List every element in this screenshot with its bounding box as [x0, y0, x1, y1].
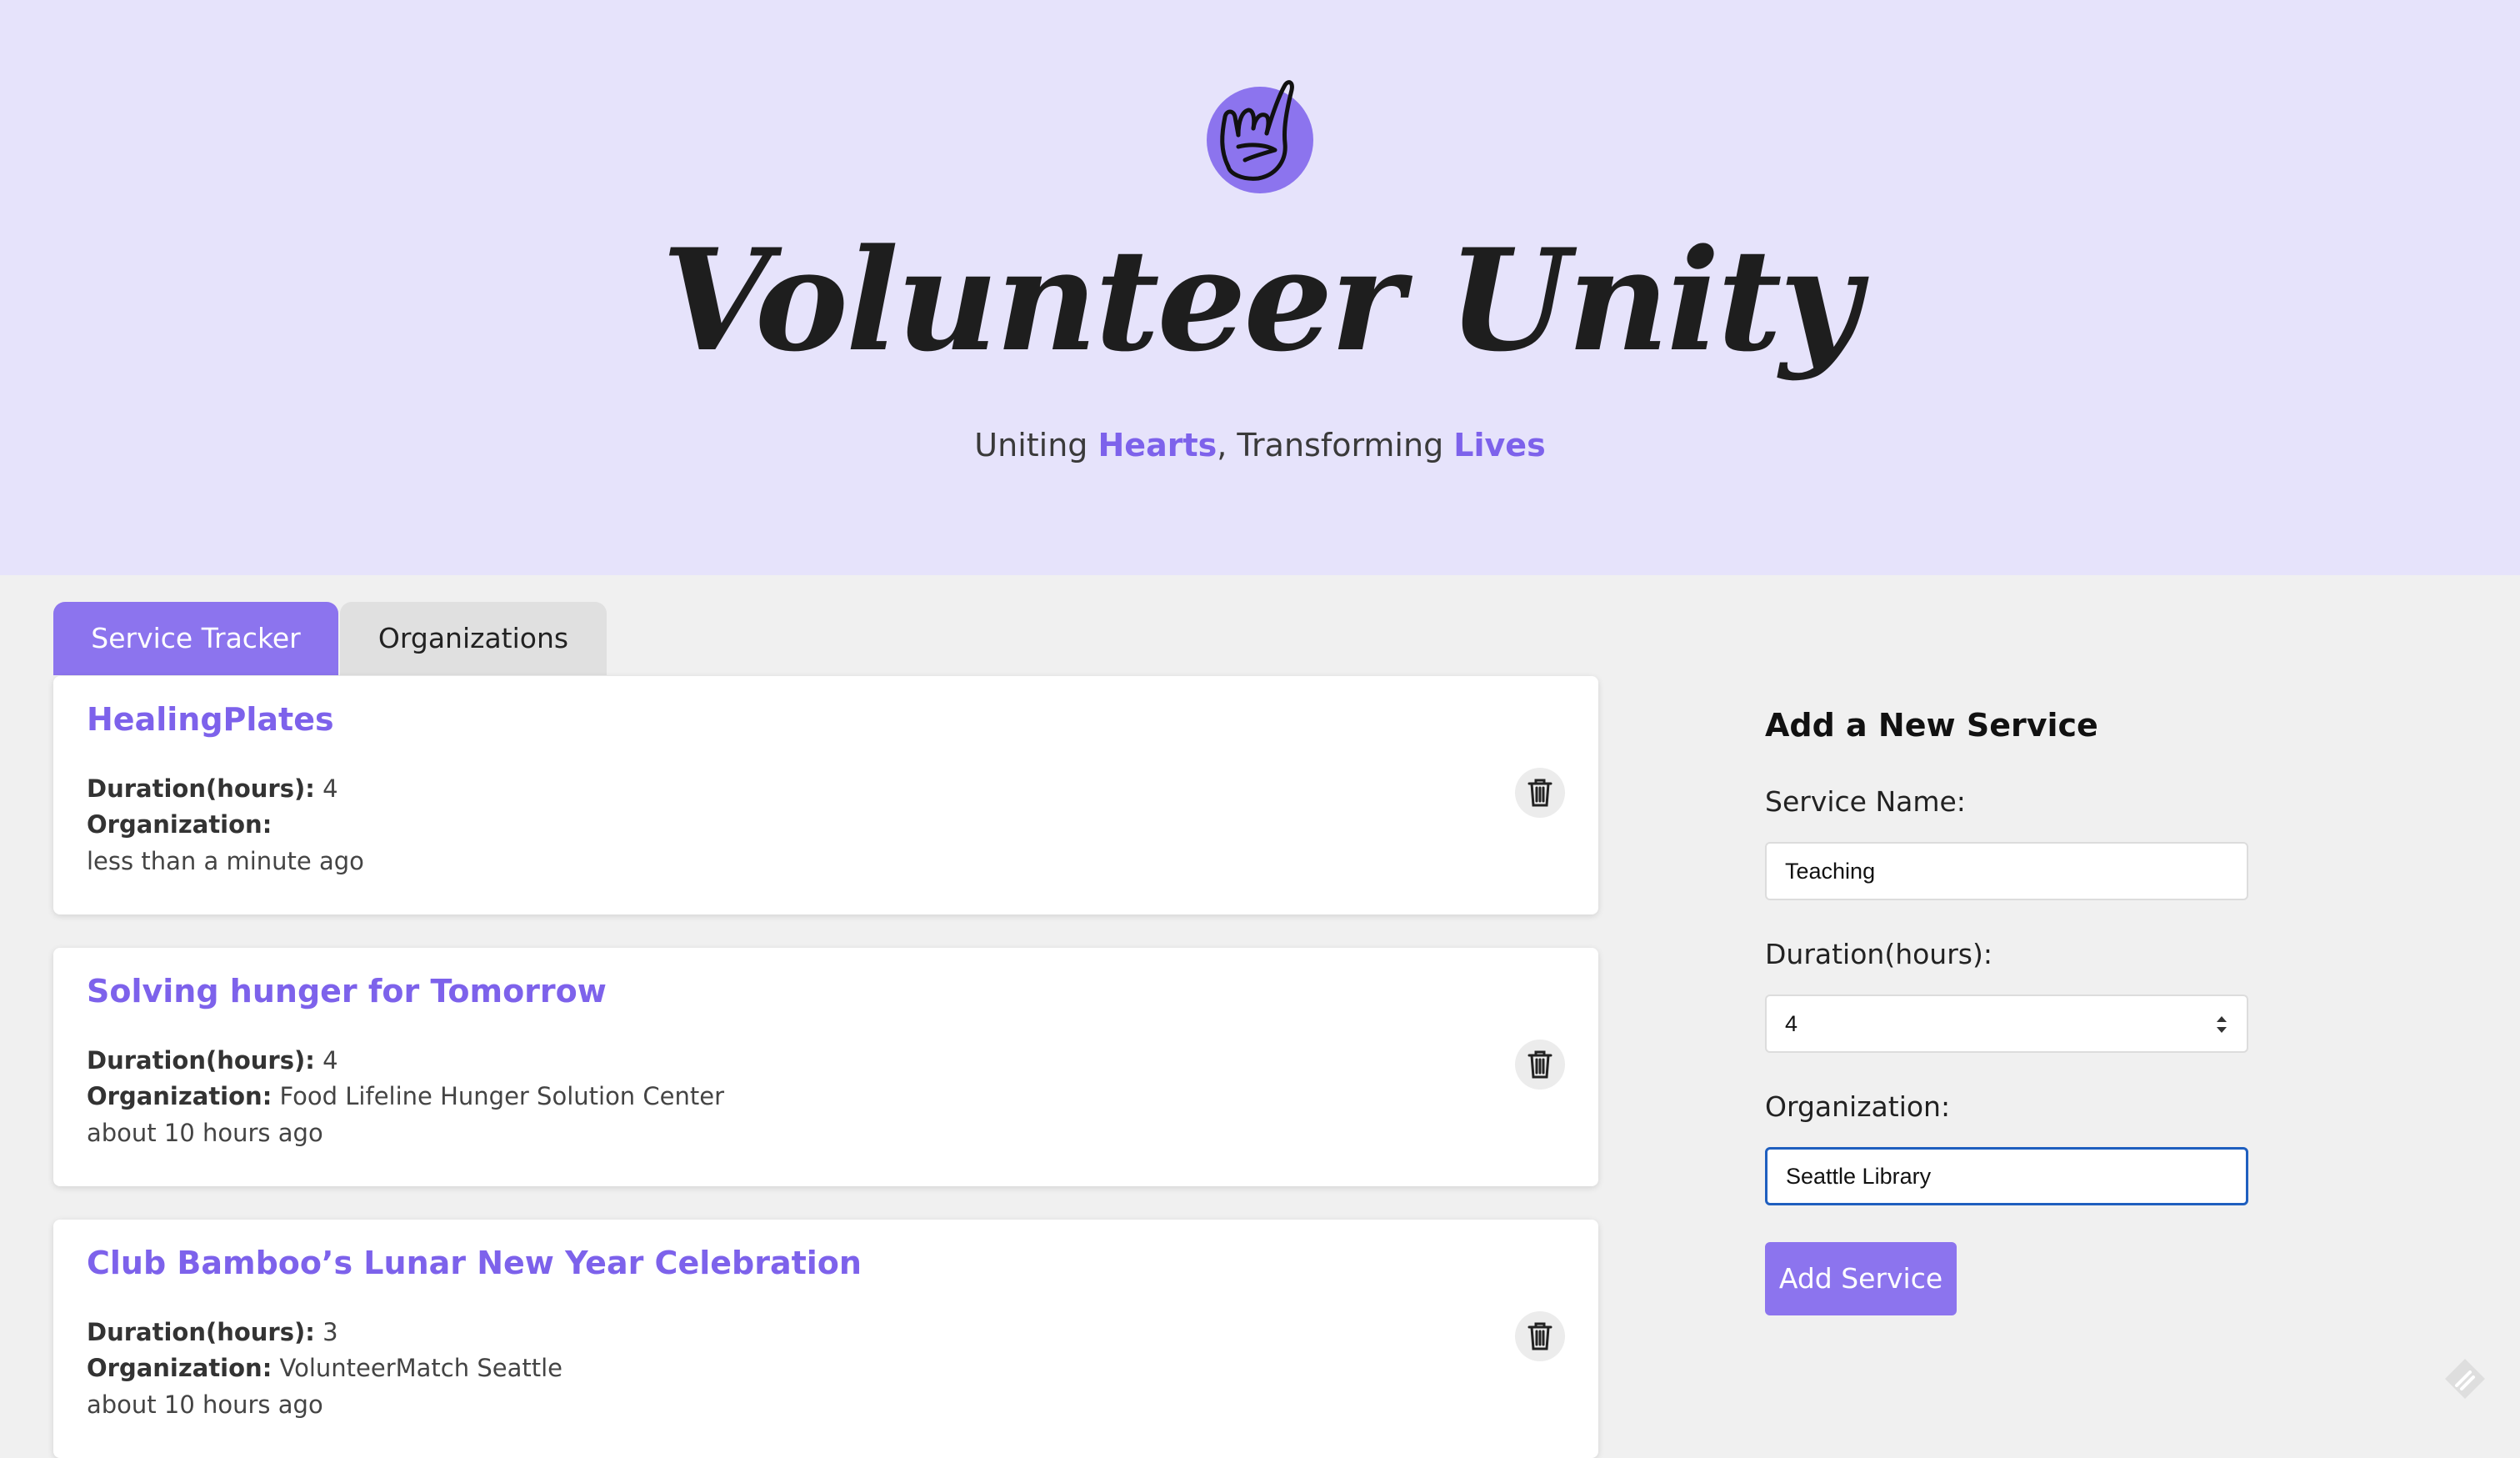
delete-button[interactable]	[1515, 1040, 1565, 1090]
service-name: HealingPlates	[87, 701, 334, 738]
delete-button[interactable]	[1515, 768, 1565, 818]
service-timestamp: less than a minute ago	[87, 847, 364, 875]
trash-icon	[1528, 1322, 1552, 1350]
duration-value: 4	[322, 774, 338, 803]
service-card: HealingPlates Duration(hours): 4 Organiz…	[53, 676, 1598, 914]
delete-button[interactable]	[1515, 1311, 1565, 1361]
service-duration: Duration(hours): 4	[87, 1046, 338, 1075]
tab-service-tracker[interactable]: Service Tracker	[53, 602, 338, 675]
trash-icon	[1528, 1050, 1552, 1079]
trash-icon	[1528, 779, 1552, 807]
duration-label: Duration(hours):	[1765, 938, 1992, 970]
organization-value: VolunteerMatch Seattle	[279, 1354, 563, 1382]
service-name-label: Service Name:	[1765, 785, 1966, 818]
service-organization: Organization: Food Lifeline Hunger Solut…	[87, 1082, 724, 1110]
service-duration: Duration(hours): 4	[87, 774, 338, 803]
organization-label: Organization:	[87, 810, 272, 839]
service-timestamp: about 10 hours ago	[87, 1119, 323, 1147]
site-title: Volunteer Unity	[661, 218, 1861, 383]
service-name-input[interactable]: Teaching	[1765, 842, 2248, 900]
tagline-text: Uniting	[974, 427, 1098, 463]
tagline-highlight-hearts: Hearts	[1098, 427, 1218, 463]
service-name: Solving hunger for Tomorrow	[87, 973, 607, 1010]
add-service-button[interactable]: Add Service	[1765, 1242, 1957, 1315]
organization-input[interactable]: Seattle Library	[1765, 1147, 2248, 1205]
rock-hand-icon	[1205, 80, 1313, 193]
form-title: Add a New Service	[1765, 707, 2098, 744]
service-organization: Organization: VolunteerMatch Seattle	[87, 1354, 562, 1382]
pencil-icon[interactable]	[2442, 1355, 2488, 1402]
tagline-highlight-lives: Lives	[1453, 427, 1546, 463]
service-duration: Duration(hours): 3	[87, 1318, 338, 1346]
duration-input[interactable]: 4	[1765, 995, 2248, 1053]
tab-organizations[interactable]: Organizations	[340, 602, 607, 675]
service-name: Club Bamboo’s Lunar New Year Celebration	[87, 1245, 862, 1281]
tagline-text: , Transforming	[1217, 427, 1454, 463]
service-card: Solving hunger for Tomorrow Duration(hou…	[53, 948, 1598, 1186]
duration-input-value: 4	[1785, 1011, 1798, 1036]
service-card: Club Bamboo’s Lunar New Year Celebration…	[53, 1220, 1598, 1458]
organization-label: Organization:	[87, 1354, 272, 1382]
number-stepper-icon[interactable]	[2213, 1013, 2230, 1036]
duration-label: Duration(hours):	[87, 1318, 315, 1346]
tagline: Uniting Hearts, Transforming Lives	[0, 427, 2520, 463]
duration-label: Duration(hours):	[87, 1046, 315, 1075]
organization-label: Organization:	[87, 1082, 272, 1110]
hero-header: Volunteer Unity Uniting Hearts, Transfor…	[0, 0, 2520, 575]
duration-value: 3	[322, 1318, 338, 1346]
organization-value: Food Lifeline Hunger Solution Center	[279, 1082, 725, 1110]
duration-label: Duration(hours):	[87, 774, 315, 803]
service-organization: Organization:	[87, 810, 272, 839]
organization-label: Organization:	[1765, 1090, 1951, 1123]
service-timestamp: about 10 hours ago	[87, 1390, 323, 1419]
duration-value: 4	[322, 1046, 338, 1075]
